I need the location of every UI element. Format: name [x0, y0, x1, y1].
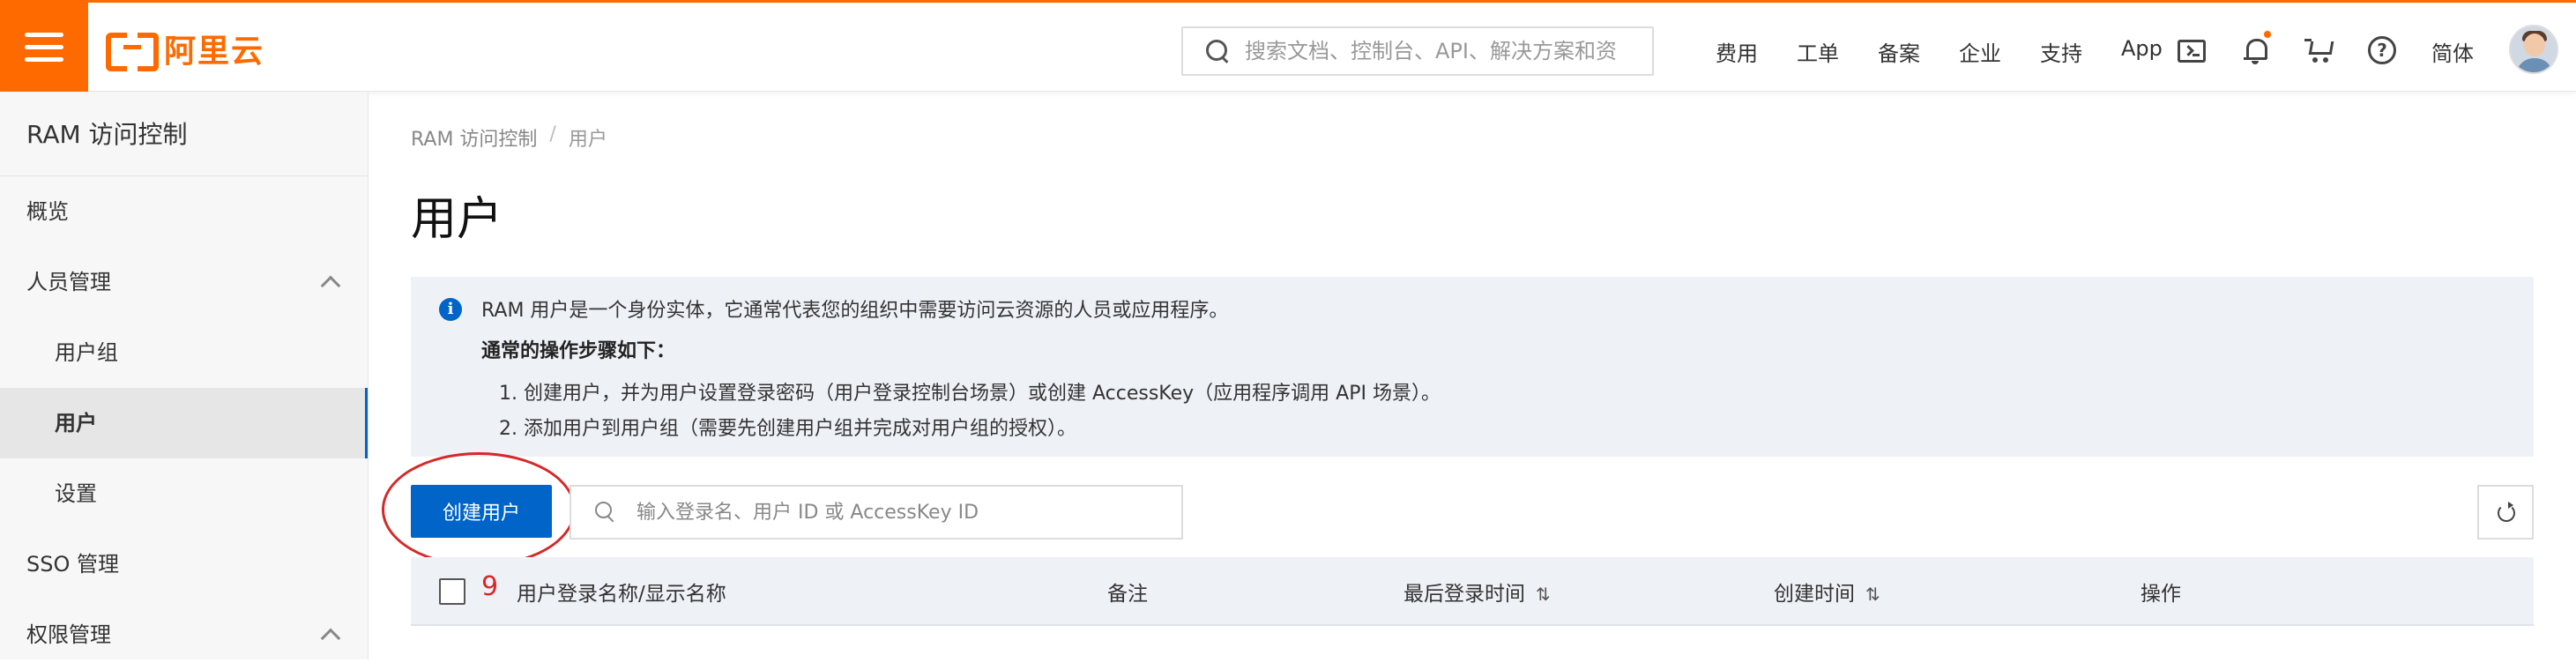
- avatar[interactable]: [2509, 25, 2558, 74]
- search-icon: [1204, 38, 1231, 64]
- user-search[interactable]: [570, 485, 1183, 540]
- nav-tickets[interactable]: 工单: [1797, 36, 1839, 67]
- header-nav: 费用 工单 备案 企业 支持 App: [1716, 36, 2201, 67]
- top-header: 阿里云 费用 工单 备案 企业 支持 App ? 简体: [0, 0, 2576, 92]
- nav-icp[interactable]: 备案: [1878, 36, 1920, 67]
- info-step-1: 1. 创建用户，并为用户设置登录密码（用户登录控制台场景）或创建 AccessK…: [499, 383, 1441, 405]
- sidebar-item-label: 用户: [55, 411, 97, 436]
- info-icon: i: [439, 298, 462, 321]
- menu-icon[interactable]: [0, 3, 88, 92]
- sort-icon[interactable]: ⇅: [1536, 584, 1551, 605]
- column-header-login-name: 用户登录名称/显示名称: [517, 583, 726, 606]
- refresh-button[interactable]: [2477, 485, 2534, 540]
- aliyun-logo[interactable]: 阿里云: [106, 31, 264, 71]
- column-header-remark: 备注: [1107, 583, 1148, 606]
- help-icon[interactable]: ?: [2368, 36, 2396, 64]
- sidebar-item-label: 概览: [26, 199, 69, 224]
- sidebar-item-sso[interactable]: SSO 管理: [0, 529, 368, 599]
- cloud-shell-icon[interactable]: [2178, 40, 2206, 63]
- notification-dot: [2264, 31, 2271, 38]
- breadcrumb-root[interactable]: RAM 访问控制: [411, 123, 537, 152]
- info-description: RAM 用户是一个身份实体，它通常代表您的组织中需要访问云资源的人员或应用程序。: [481, 300, 1229, 322]
- sidebar-title: RAM 访问控制: [0, 93, 368, 176]
- table-header: 9 用户登录名称/显示名称 备注 最后登录时间 ⇅ 创建时间 ⇅ 操作: [411, 557, 2534, 626]
- column-header-last-login[interactable]: 最后登录时间 ⇅: [1403, 577, 1551, 607]
- chevron-up-icon: [320, 275, 341, 296]
- sidebar-item-permissions[interactable]: 权限管理: [0, 599, 368, 670]
- column-header-created[interactable]: 创建时间 ⇅: [1774, 577, 1880, 607]
- breadcrumb-current: 用户: [568, 129, 607, 151]
- global-search[interactable]: [1181, 26, 1654, 76]
- page-title: 用户: [411, 193, 503, 246]
- column-header-label: 最后登录时间: [1403, 583, 1525, 606]
- annotation-number: 9: [481, 571, 499, 602]
- breadcrumb: RAM 访问控制 / 用户: [411, 123, 607, 152]
- sidebar-item-groups[interactable]: 用户组: [0, 317, 368, 388]
- aliyun-logo-icon: [106, 33, 159, 71]
- nav-enterprise[interactable]: 企业: [1959, 36, 2001, 67]
- nav-app[interactable]: App: [2121, 36, 2163, 67]
- select-all-checkbox[interactable]: [439, 578, 465, 605]
- sidebar-item-users[interactable]: 用户: [0, 388, 368, 458]
- chevron-up-icon: [320, 628, 341, 649]
- sidebar-item-label: SSO 管理: [26, 552, 119, 577]
- language-switch[interactable]: 简体: [2431, 36, 2474, 67]
- brand-name: 阿里云: [164, 34, 265, 70]
- nav-fees[interactable]: 费用: [1716, 36, 1758, 67]
- sidebar-item-label: 人员管理: [26, 270, 111, 294]
- info-banner: i RAM 用户是一个身份实体，它通常代表您的组织中需要访问云资源的人员或应用程…: [411, 277, 2534, 457]
- global-search-input[interactable]: [1245, 39, 1650, 63]
- notification-bell-icon[interactable]: [2242, 31, 2271, 64]
- sort-icon[interactable]: ⇅: [1865, 584, 1880, 605]
- create-user-button[interactable]: 创建用户: [411, 485, 552, 538]
- user-search-input[interactable]: [637, 501, 1165, 524]
- search-icon: [594, 501, 617, 524]
- sidebar-item-label: 用户组: [55, 340, 118, 365]
- sidebar-item-people[interactable]: 人员管理: [0, 247, 368, 317]
- column-header-label: 创建时间: [1774, 583, 1855, 606]
- column-header-actions: 操作: [2140, 583, 2181, 606]
- sidebar-item-settings[interactable]: 设置: [0, 458, 368, 529]
- sidebar-item-label: 设置: [55, 481, 97, 506]
- info-step-2: 2. 添加用户到用户组（需要先创建用户组并完成对用户组的授权）。: [499, 418, 1076, 440]
- nav-support[interactable]: 支持: [2040, 36, 2082, 67]
- cart-icon[interactable]: [2304, 36, 2333, 64]
- sidebar-item-label: 权限管理: [26, 622, 111, 647]
- sidebar: RAM 访问控制 概览 人员管理 用户组 用户 设置 SSO 管理 权限管理: [0, 93, 369, 659]
- sidebar-item-overview[interactable]: 概览: [0, 176, 368, 247]
- info-steps-title: 通常的操作步骤如下：: [481, 340, 676, 362]
- breadcrumb-separator: /: [549, 123, 556, 145]
